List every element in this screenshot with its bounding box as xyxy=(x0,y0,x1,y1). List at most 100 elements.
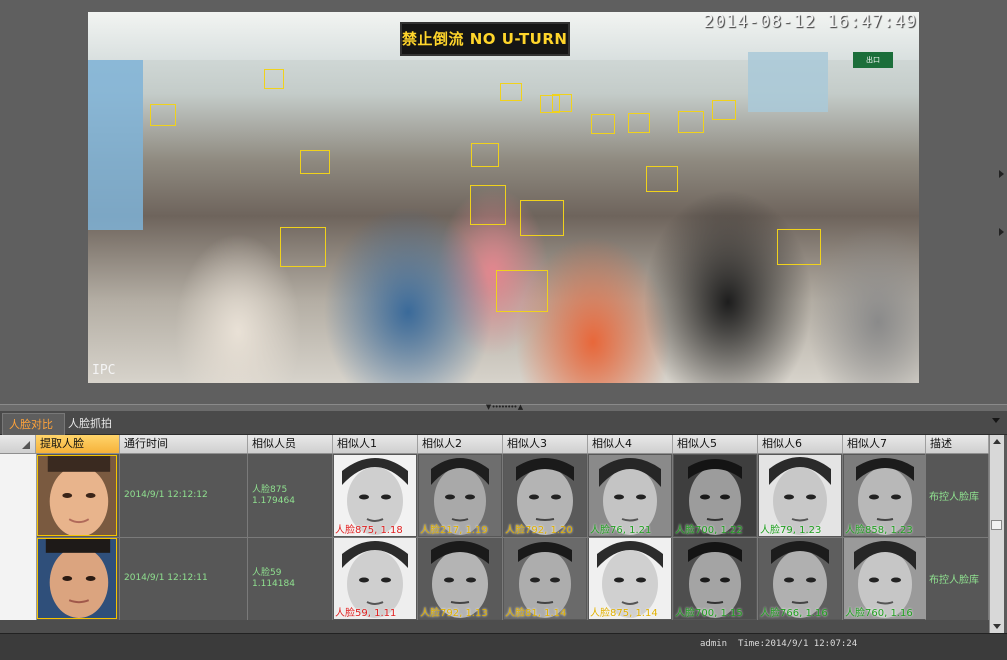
captured-face-image xyxy=(37,538,117,619)
face-detection-box xyxy=(777,229,821,265)
blue-pillar-left xyxy=(88,60,143,230)
face-detection-box xyxy=(628,113,650,133)
captured-face-cell[interactable] xyxy=(36,537,120,620)
match-cell[interactable]: 人脸81, 1.14 xyxy=(503,537,588,620)
match-cell[interactable]: 人脸875, 1.14 xyxy=(588,537,673,620)
match-label: 人脸792, 1.13 xyxy=(420,608,488,619)
match-cell[interactable]: 人脸792, 1.20 xyxy=(503,454,588,537)
similar-person-cell: 人脸875 1.179464 xyxy=(248,454,333,537)
column-header[interactable]: 相似人员 xyxy=(248,435,333,453)
captured-face-image xyxy=(37,455,117,536)
status-time-value: 2014/9/1 12:07:24 xyxy=(765,639,858,649)
row-header[interactable] xyxy=(0,537,37,620)
wall-panel-right xyxy=(748,52,828,112)
match-cell[interactable]: 人脸79, 1.23 xyxy=(758,454,843,537)
similar-person-score: 1.114184 xyxy=(252,578,295,589)
match-cell[interactable]: 人脸59, 1.11 xyxy=(333,537,418,620)
face-detection-box xyxy=(552,94,572,112)
description-cell: 布控人脸库 xyxy=(926,537,989,620)
face-detection-box xyxy=(471,143,499,167)
face-detection-box xyxy=(646,166,678,192)
similar-person-cell: 人脸59 1.114184 xyxy=(248,537,333,620)
status-text: admin Time:2014/9/1 12:07:24 xyxy=(700,639,857,649)
match-label: 人脸875, 1.18 xyxy=(335,525,403,536)
table-row[interactable]: 2014/9/1 12:12:11 人脸59 1.114184 人脸59, 1.… xyxy=(0,537,989,621)
description: 布控人脸库 xyxy=(929,575,979,586)
pass-time-cell: 2014/9/1 12:12:12 xyxy=(120,454,248,537)
face-detection-box xyxy=(470,185,506,225)
no-uturn-sign: 禁止倒流 NO U-TURNS xyxy=(400,22,570,56)
scrollbar-thumb[interactable] xyxy=(991,520,1002,530)
face-detection-box xyxy=(500,83,522,101)
match-label: 人脸760, 1.16 xyxy=(845,608,913,619)
expand-right-arrow-icon[interactable] xyxy=(999,170,1004,178)
row-header-corner[interactable] xyxy=(0,435,36,453)
face-compare-table: 提取人脸 通行时间 相似人员 相似人1 相似人2 相似人3 相似人4 相似人5 … xyxy=(0,435,989,633)
video-timestamp: 2014-08-12 16:47:49 xyxy=(703,12,917,32)
column-header[interactable]: 相似人5 xyxy=(673,435,758,453)
tab-face-capture[interactable]: 人脸抓拍 xyxy=(62,413,120,434)
match-cell[interactable]: 人脸700, 1.22 xyxy=(673,454,758,537)
pass-time-cell: 2014/9/1 12:12:11 xyxy=(120,537,248,620)
status-bar: admin Time:2014/9/1 12:07:24 xyxy=(0,633,1007,660)
face-detection-box xyxy=(300,150,330,174)
tab-face-compare[interactable]: 人脸对比 xyxy=(2,413,65,435)
table-row[interactable]: 2014/9/1 12:12:12 人脸875 1.179464 人脸875, … xyxy=(0,454,989,538)
description-cell: 布控人脸库 xyxy=(926,454,989,537)
match-cell[interactable]: 人脸792, 1.13 xyxy=(418,537,503,620)
face-detection-box xyxy=(150,104,176,126)
match-label: 人脸875, 1.14 xyxy=(590,608,658,619)
similar-person-name: 人脸875 xyxy=(252,484,288,495)
video-panel: 禁止倒流 NO U-TURNS 出口 2014-08-12 16:47:49 I… xyxy=(0,0,1007,405)
match-label: 人脸217, 1.19 xyxy=(420,525,488,536)
splitter-grip-icon[interactable]: ▼ •••••••• ▲ xyxy=(474,404,534,411)
face-detection-box xyxy=(712,100,736,120)
face-detection-box xyxy=(280,227,326,267)
similar-person-name: 人脸59 xyxy=(252,567,282,578)
column-header[interactable]: 相似人4 xyxy=(588,435,673,453)
table-scrollbar[interactable] xyxy=(989,435,1004,633)
match-label: 人脸766, 1.16 xyxy=(760,608,828,619)
pass-time: 2014/9/1 12:12:12 xyxy=(124,490,208,500)
match-cell[interactable]: 人脸217, 1.19 xyxy=(418,454,503,537)
match-label: 人脸79, 1.23 xyxy=(760,525,822,536)
face-detection-box xyxy=(678,111,704,133)
match-label: 人脸700, 1.15 xyxy=(675,608,743,619)
column-header[interactable]: 相似人1 xyxy=(333,435,418,453)
face-detection-box xyxy=(264,69,284,89)
match-cell[interactable]: 人脸766, 1.16 xyxy=(758,537,843,620)
tab-dropdown-icon[interactable] xyxy=(992,418,1000,423)
description: 布控人脸库 xyxy=(929,492,979,503)
match-cell[interactable]: 人脸700, 1.15 xyxy=(673,537,758,620)
scroll-up-arrow-icon[interactable] xyxy=(993,439,1001,444)
surveillance-video-frame[interactable]: 禁止倒流 NO U-TURNS 出口 2014-08-12 16:47:49 I… xyxy=(88,12,919,383)
captured-face-cell[interactable] xyxy=(36,454,120,537)
match-label: 人脸700, 1.22 xyxy=(675,525,743,536)
column-header[interactable]: 相似人2 xyxy=(418,435,503,453)
face-detection-box xyxy=(520,200,564,236)
column-header[interactable]: 相似人6 xyxy=(758,435,843,453)
column-header[interactable]: 相似人3 xyxy=(503,435,588,453)
table-row-partial[interactable] xyxy=(0,620,989,633)
match-cell[interactable]: 人脸858, 1.23 xyxy=(843,454,926,537)
status-time-label: Time: xyxy=(737,639,766,649)
column-header[interactable]: 描述 xyxy=(926,435,989,453)
match-label: 人脸858, 1.23 xyxy=(845,525,913,536)
ipc-watermark: IPC xyxy=(92,363,116,378)
scroll-down-arrow-icon[interactable] xyxy=(993,624,1001,629)
row-header[interactable] xyxy=(0,454,37,537)
column-header[interactable]: 相似人7 xyxy=(843,435,926,453)
match-label: 人脸59, 1.11 xyxy=(335,608,397,619)
table-header: 提取人脸 通行时间 相似人员 相似人1 相似人2 相似人3 相似人4 相似人5 … xyxy=(0,435,989,454)
column-header[interactable]: 提取人脸 xyxy=(36,435,120,453)
exit-sign: 出口 xyxy=(853,52,893,68)
column-header[interactable]: 通行时间 xyxy=(120,435,248,453)
match-cell[interactable]: 人脸760, 1.16 xyxy=(843,537,926,620)
match-label: 人脸81, 1.14 xyxy=(505,608,567,619)
expand-right-arrow-icon[interactable] xyxy=(999,228,1004,236)
tab-bar: 人脸对比 人脸抓拍 xyxy=(0,411,1007,435)
match-cell[interactable]: 人脸875, 1.18 xyxy=(333,454,418,537)
match-label: 人脸792, 1.20 xyxy=(505,525,573,536)
match-cell[interactable]: 人脸76, 1.21 xyxy=(588,454,673,537)
face-detection-box xyxy=(496,270,548,312)
